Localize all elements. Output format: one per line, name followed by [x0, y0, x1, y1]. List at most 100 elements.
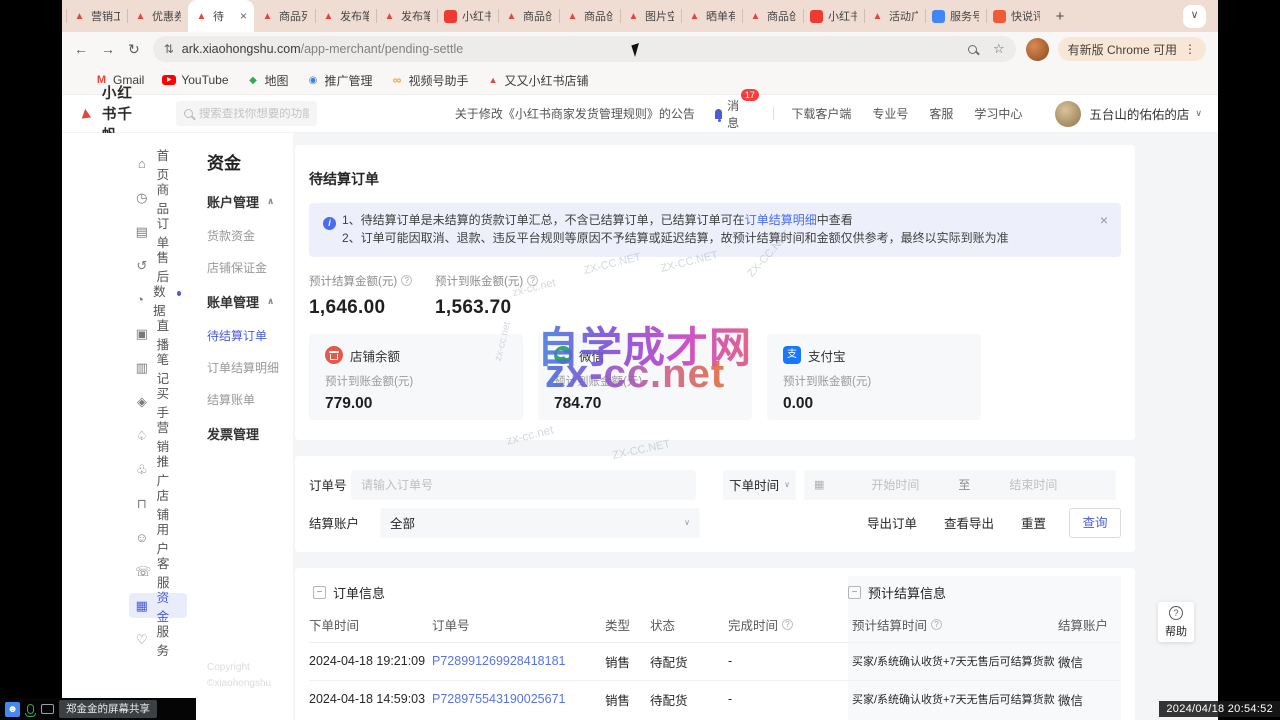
browser-tab[interactable]: ▲图片空 [620, 0, 681, 32]
forward-icon[interactable]: → [101, 41, 115, 57]
back-icon[interactable]: ← [74, 41, 88, 57]
query-button[interactable]: 查询 [1069, 508, 1121, 538]
submenu-item-settle-bill[interactable]: 结算账单 [207, 391, 293, 408]
tab-close-icon[interactable]: × [240, 9, 247, 23]
browser-tab[interactable]: 小红书 [803, 0, 864, 32]
collapse-icon[interactable]: − [848, 586, 861, 599]
sidebar-item-funds[interactable]: ▦资金 [129, 593, 187, 618]
sidebar-item-orders[interactable]: ▤订单 [129, 219, 187, 244]
site-settings-icon[interactable]: ⇅ [164, 42, 174, 56]
browser-tab[interactable]: ▲优惠券 [127, 0, 188, 32]
submenu-item-goods-funds[interactable]: 货款资金 [207, 227, 293, 244]
bookmark-promotion[interactable]: ◉推广管理 [307, 72, 373, 89]
nav-download-client[interactable]: 下载客户端 [791, 105, 851, 122]
date-range-picker[interactable]: ▦ 至 [804, 470, 1116, 500]
browser-tab[interactable]: ▲商品创 [559, 0, 620, 32]
bookmark-video-helper[interactable]: ∞视频号助手 [391, 72, 469, 89]
sidebar-item-live[interactable]: ▣直播 [129, 321, 187, 346]
nav-pro-account[interactable]: 专业号 [872, 105, 908, 122]
browser-tab[interactable]: ▲商品创 [498, 0, 559, 32]
sidebar-item-buyer[interactable]: ◈买手 [129, 389, 187, 414]
sidebar-item-promotion[interactable]: ♧推广 [129, 457, 187, 482]
submenu-group-invoice[interactable]: 发票管理 [207, 424, 293, 443]
end-date-input[interactable] [974, 478, 1092, 492]
kuaishuo-favicon-icon [993, 10, 1006, 23]
browser-menu-icon[interactable]: ⋮ [1184, 42, 1196, 56]
time-type-value: 下单时间 [729, 475, 779, 494]
browser-tab[interactable]: 小红书 [437, 0, 498, 32]
chevron-down-icon[interactable]: ∨ [1195, 108, 1202, 119]
user-icon: ☺ [135, 530, 149, 545]
nav-customer-service[interactable]: 客服 [929, 105, 953, 122]
sidebar-item-home[interactable]: ⌂首页 [129, 151, 187, 176]
sidebar-item-shop[interactable]: ⊓店铺 [129, 491, 187, 516]
settle-detail-link[interactable]: 订单结算明细 [745, 213, 817, 227]
browser-tab[interactable]: ▲发布笔 [376, 0, 437, 32]
submenu-item-pending-settle[interactable]: 待结算订单 [207, 327, 293, 344]
question-icon[interactable]: ? [782, 619, 793, 630]
settle-account-select[interactable]: 全部∨ [380, 508, 700, 538]
browser-tab[interactable]: ▲商品创 [742, 0, 803, 32]
sidebar-item-goods[interactable]: ◷商品 [129, 185, 187, 210]
reload-icon[interactable]: ↻ [128, 41, 140, 58]
browser-tab[interactable]: 服务号 [925, 0, 986, 32]
browser-tab[interactable]: ▲营销工 [66, 0, 127, 32]
export-orders-button[interactable]: 导出订单 [867, 513, 917, 532]
sidebar-item-service[interactable]: ☏客服 [129, 559, 187, 584]
chrome-update-button[interactable]: 有新版 Chrome 可用 ⋮ [1058, 37, 1206, 61]
shop-name[interactable]: 五台山的佑佑的店 [1089, 104, 1189, 123]
sidebar-item-users[interactable]: ☺用户 [129, 525, 187, 550]
order-info-group[interactable]: −订单信息 [313, 583, 848, 602]
account-sub: 预计到账金额(元) [783, 373, 965, 389]
submenu-group-account[interactable]: 账户管理∧ [207, 192, 293, 211]
browser-tab[interactable]: ▲活动广 [864, 0, 925, 32]
messages-button[interactable]: 消息 17 [715, 97, 743, 131]
sidebar-item-services[interactable]: ♡服务 [129, 627, 187, 652]
settle-info-group[interactable]: −预计结算信息 [848, 583, 946, 602]
question-icon[interactable]: ? [401, 275, 412, 286]
sidebar-item-marketing[interactable]: ♤营销 [129, 423, 187, 448]
browser-tab[interactable]: ▲商品列 [254, 0, 315, 32]
collapse-icon[interactable]: − [313, 586, 326, 599]
app-search-box[interactable] [176, 101, 317, 126]
bookmark-star-icon[interactable]: ☆ [993, 41, 1005, 57]
bookmark-xhs-shop[interactable]: ▲又又小红书店铺 [487, 72, 589, 89]
browser-profile-avatar[interactable] [1026, 38, 1049, 61]
submenu-item-deposit[interactable]: 店铺保证金 [207, 259, 293, 276]
browser-tab[interactable]: ▲发布笔 [315, 0, 376, 32]
order-number-link[interactable]: P728991269928418181 [432, 654, 565, 668]
submenu-item-settle-detail[interactable]: 订单结算明细 [207, 359, 293, 376]
question-icon[interactable]: ? [527, 275, 538, 286]
sidebar-item-aftersale[interactable]: ↺售后 [129, 253, 187, 278]
search-icon[interactable] [968, 45, 977, 54]
shop-avatar[interactable] [1055, 101, 1081, 127]
ark-favicon-icon: ▲ [322, 10, 335, 23]
start-date-input[interactable] [836, 478, 954, 492]
reset-button[interactable]: 重置 [1021, 513, 1046, 532]
browser-tab[interactable]: 快说评 [986, 0, 1047, 32]
view-exports-button[interactable]: 查看导出 [944, 513, 994, 532]
wechat-icon [554, 346, 572, 364]
sidebar-item-data[interactable]: ◔数据 [129, 287, 187, 312]
new-tab-button[interactable]: + [1047, 8, 1073, 25]
ark-favicon-icon: ▲ [627, 10, 640, 23]
bookmark-youtube[interactable]: ▶YouTube [162, 73, 228, 87]
bookmark-maps[interactable]: ◆地图 [247, 72, 289, 89]
help-button[interactable]: ? 帮助 [1158, 602, 1194, 642]
order-number-link[interactable]: P728975543190025671 [432, 692, 565, 706]
browser-tab-active[interactable]: ▲待× [188, 0, 254, 32]
question-icon[interactable]: ? [931, 619, 942, 630]
nav-learning-center[interactable]: 学习中心 [974, 105, 1022, 122]
ark-favicon-icon: ▲ [383, 10, 396, 23]
order-no-input[interactable] [351, 470, 696, 500]
announcement-link[interactable]: 关于修改《小红书商家发货管理规则》的公告 [455, 105, 695, 122]
browser-tab[interactable]: ▲晒单有 [681, 0, 742, 32]
address-bar[interactable]: ⇅ ark.xiaohongshu.com /app-merchant/pend… [153, 36, 1016, 62]
time-type-select[interactable]: 下单时间∨ [723, 470, 796, 500]
sidebar-item-notes[interactable]: ▥笔记 [129, 355, 187, 380]
submenu-group-bills[interactable]: 账单管理∧ [207, 292, 293, 311]
app-search-input[interactable] [199, 108, 309, 120]
tab-search-chevron-icon[interactable]: ∨ [1183, 5, 1206, 28]
close-icon[interactable]: × [1100, 213, 1108, 227]
funds-submenu: 资金 账户管理∧ 货款资金 店铺保证金 账单管理∧ 待结算订单 订单结算明细 结… [207, 133, 293, 720]
